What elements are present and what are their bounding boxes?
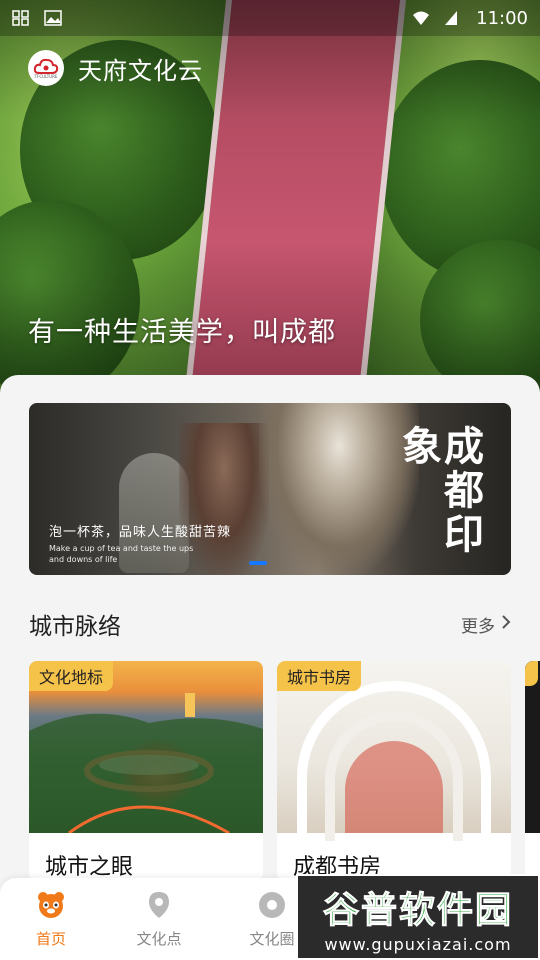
nav-label: 首页	[35, 930, 66, 948]
watermark-title: 谷普软件园	[322, 889, 513, 931]
watermark-logo: 谷普软件园 www.gupuxiazai.com	[296, 874, 540, 960]
grid-icon	[12, 10, 30, 26]
more-button[interactable]: 更多	[461, 612, 511, 637]
card-tag	[525, 661, 539, 686]
app-name: 天府文化云	[78, 56, 203, 85]
card-tag: 城市书房	[277, 661, 362, 691]
status-bar: 11:00	[0, 0, 540, 36]
card-next-peek[interactable]	[525, 661, 540, 881]
card-landmark[interactable]: 文化地标 城市之眼	[29, 661, 263, 881]
card-title: 城市之眼	[45, 855, 134, 880]
hero-banner: 11:00 TFCULTURE 天府文化云 有一种生活美学，叫成都	[0, 0, 540, 400]
nav-home[interactable]: 首页	[11, 890, 91, 949]
image-icon	[44, 10, 62, 26]
carousel-dot-active	[249, 561, 267, 565]
signal-icon	[444, 10, 462, 26]
card-image: 文化地标	[29, 661, 263, 833]
banner-caption-en: Make a cup of tea and taste the ups and …	[49, 544, 194, 564]
nav-label: 文化点	[136, 930, 182, 948]
more-label: 更多	[461, 616, 495, 637]
promo-carousel[interactable]: 成都印象 泡一杯茶，品味人生酸甜苦辣 Make a cup of tea and…	[29, 403, 511, 575]
card-image	[525, 661, 540, 833]
app-logo-icon: TFCULTURE	[28, 50, 64, 86]
card-bookstore[interactable]: 城市书房 成都书房	[277, 661, 511, 881]
hero-slogan: 有一种生活美学，叫成都	[28, 317, 336, 348]
panda-icon	[36, 890, 66, 924]
banner-title: 成都印象	[395, 425, 484, 557]
circle-icon	[257, 890, 287, 924]
card-image: 城市书房	[277, 661, 511, 841]
section-header: 城市脉络 更多	[29, 607, 511, 641]
card-tag: 文化地标	[29, 661, 114, 691]
location-pin-icon	[144, 890, 174, 924]
chevron-right-icon	[501, 614, 511, 634]
content-sheet: 成都印象 泡一杯茶，品味人生酸甜苦辣 Make a cup of tea and…	[0, 375, 540, 960]
carousel-indicator	[249, 561, 267, 565]
banner-caption: 泡一杯茶，品味人生酸甜苦辣 Make a cup of tea and tast…	[49, 521, 231, 565]
wifi-icon	[412, 10, 430, 26]
card-carousel[interactable]: 文化地标 城市之眼 城市书房 成都书房	[29, 661, 540, 881]
banner-caption-zh: 泡一杯茶，品味人生酸甜苦辣	[49, 525, 232, 540]
watermark-url: www.gupuxiazai.com	[324, 934, 512, 954]
app-brand: TFCULTURE 天府文化云	[28, 50, 203, 86]
nav-label: 文化圈	[249, 930, 295, 948]
status-time: 11:00	[476, 7, 528, 29]
nav-culture-spots[interactable]: 文化点	[119, 890, 199, 949]
section-title: 城市脉络	[29, 614, 121, 640]
svg-text:TFCULTURE: TFCULTURE	[34, 74, 58, 79]
